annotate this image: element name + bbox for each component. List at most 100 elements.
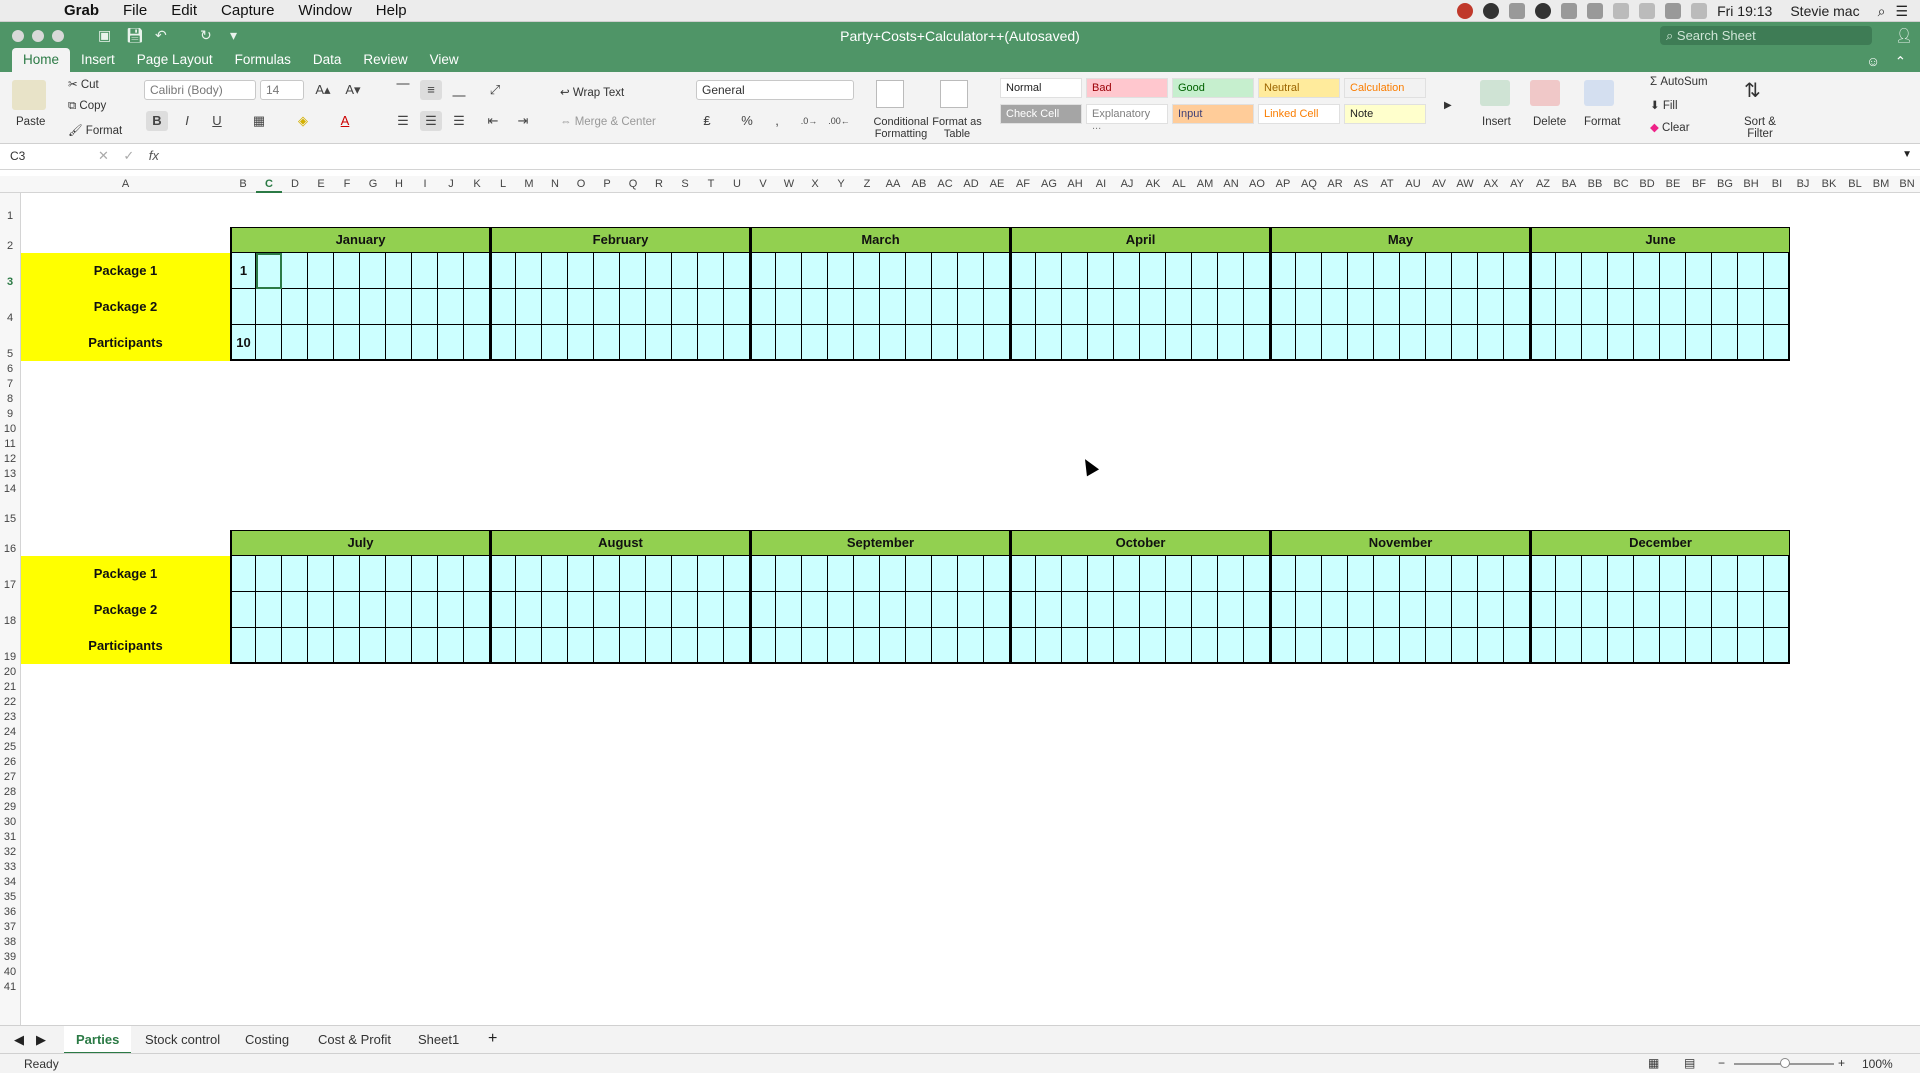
table-cell[interactable] <box>1556 556 1582 592</box>
row-header-20[interactable]: 20 <box>0 666 20 678</box>
align-left-icon[interactable]: ☰ <box>392 111 414 131</box>
table-cell[interactable] <box>1400 289 1426 325</box>
column-header-as[interactable]: AS <box>1348 178 1374 190</box>
paste-button[interactable]: Paste <box>16 116 45 128</box>
table-cell[interactable] <box>1712 556 1738 592</box>
table-cell[interactable] <box>802 253 828 289</box>
table-cell[interactable] <box>1556 592 1582 628</box>
table-cell[interactable] <box>464 556 490 592</box>
table-cell[interactable] <box>256 628 282 664</box>
cell-style-neutral[interactable]: Neutral <box>1258 78 1340 98</box>
delete-cells-icon[interactable] <box>1530 80 1560 106</box>
table-cell[interactable] <box>1738 253 1764 289</box>
table-cell[interactable] <box>906 253 932 289</box>
table-cell[interactable] <box>1036 628 1062 664</box>
table-cell[interactable] <box>698 253 724 289</box>
bold-button[interactable]: B <box>146 111 168 131</box>
table-cell[interactable] <box>1348 253 1374 289</box>
column-header-aj[interactable]: AJ <box>1114 178 1140 190</box>
table-cell[interactable] <box>1426 325 1452 361</box>
column-header-af[interactable]: AF <box>1010 178 1036 190</box>
name-box[interactable]: C3 <box>4 147 84 166</box>
column-header-f[interactable]: F <box>334 178 360 190</box>
table-cell[interactable] <box>750 628 776 664</box>
table-cell[interactable] <box>1556 289 1582 325</box>
row-header-2[interactable]: 2 <box>0 240 20 252</box>
table-cell[interactable] <box>1062 289 1088 325</box>
table-cell[interactable] <box>646 325 672 361</box>
table-cell[interactable] <box>1764 289 1790 325</box>
table-cell[interactable] <box>776 628 802 664</box>
insert-function-icon[interactable]: fx <box>149 148 159 163</box>
zoom-level[interactable]: 100% <box>1862 1057 1893 1071</box>
table-cell[interactable] <box>334 289 360 325</box>
table-cell[interactable] <box>308 253 334 289</box>
table-cell[interactable] <box>1530 289 1556 325</box>
table-cell[interactable] <box>594 556 620 592</box>
table-cell[interactable] <box>1140 253 1166 289</box>
table-cell[interactable] <box>1192 289 1218 325</box>
table-cell[interactable] <box>1296 628 1322 664</box>
table-cell[interactable] <box>776 556 802 592</box>
table-cell[interactable] <box>1062 628 1088 664</box>
column-header-aa[interactable]: AA <box>880 178 906 190</box>
table-cell[interactable] <box>1322 253 1348 289</box>
row-header-36[interactable]: 36 <box>0 906 20 918</box>
table-cell[interactable] <box>1660 325 1686 361</box>
table-cell[interactable] <box>230 628 256 664</box>
table-cell[interactable] <box>1478 289 1504 325</box>
table-cell[interactable] <box>1192 253 1218 289</box>
table-cell[interactable] <box>958 289 984 325</box>
table-cell[interactable] <box>256 325 282 361</box>
row-header-37[interactable]: 37 <box>0 921 20 933</box>
table-cell[interactable] <box>1062 325 1088 361</box>
table-cell[interactable] <box>1374 628 1400 664</box>
add-sheet-icon[interactable]: + <box>488 1030 497 1048</box>
table-cell[interactable] <box>724 289 750 325</box>
align-bottom-icon[interactable]: ⎽ <box>448 80 470 100</box>
bluetooth-icon[interactable] <box>1665 3 1682 19</box>
table-cell[interactable] <box>360 556 386 592</box>
table-cell[interactable] <box>438 628 464 664</box>
table-cell[interactable] <box>1088 325 1114 361</box>
table-cell[interactable] <box>1686 556 1712 592</box>
currency-icon[interactable]: ₤ <box>696 111 718 131</box>
table-cell[interactable] <box>1582 628 1608 664</box>
table-cell[interactable] <box>360 325 386 361</box>
column-header-ax[interactable]: AX <box>1478 178 1504 190</box>
table-cell[interactable] <box>984 592 1010 628</box>
table-cell[interactable] <box>880 556 906 592</box>
table-cell[interactable] <box>1426 628 1452 664</box>
table-cell[interactable] <box>360 253 386 289</box>
sheet-tab-sheet1[interactable]: Sheet1 <box>418 1032 459 1047</box>
merge-center-button[interactable]: ⇔ Merge & Center <box>560 116 656 128</box>
sheet-tab-stock-control[interactable]: Stock control <box>145 1032 220 1047</box>
row-header-7[interactable]: 7 <box>0 378 20 390</box>
comma-style-icon[interactable]: , <box>766 111 788 131</box>
feedback-smiley-icon[interactable]: ☺ <box>1866 54 1880 69</box>
row-header-10[interactable]: 10 <box>0 423 20 435</box>
column-header-ad[interactable]: AD <box>958 178 984 190</box>
table-cell[interactable] <box>1114 253 1140 289</box>
increase-font-icon[interactable]: A▴ <box>312 80 334 100</box>
table-cell[interactable] <box>1374 592 1400 628</box>
table-cell[interactable] <box>1504 592 1530 628</box>
row-header-38[interactable]: 38 <box>0 936 20 948</box>
table-cell[interactable] <box>516 289 542 325</box>
column-header-bc[interactable]: BC <box>1608 178 1634 190</box>
table-cell[interactable] <box>1218 253 1244 289</box>
table-cell[interactable] <box>1452 289 1478 325</box>
table-cell[interactable] <box>1478 253 1504 289</box>
table-cell[interactable] <box>1010 325 1036 361</box>
table-cell[interactable] <box>932 592 958 628</box>
table-cell[interactable] <box>1140 592 1166 628</box>
table-cell[interactable] <box>802 592 828 628</box>
zoom-slider-thumb[interactable] <box>1780 1058 1790 1068</box>
row-header-34[interactable]: 34 <box>0 876 20 888</box>
tab-review[interactable]: Review <box>352 48 418 72</box>
table-cell[interactable] <box>672 628 698 664</box>
table-cell[interactable] <box>1218 556 1244 592</box>
column-header-u[interactable]: U <box>724 178 750 190</box>
table-cell[interactable] <box>542 325 568 361</box>
table-cell[interactable] <box>334 592 360 628</box>
